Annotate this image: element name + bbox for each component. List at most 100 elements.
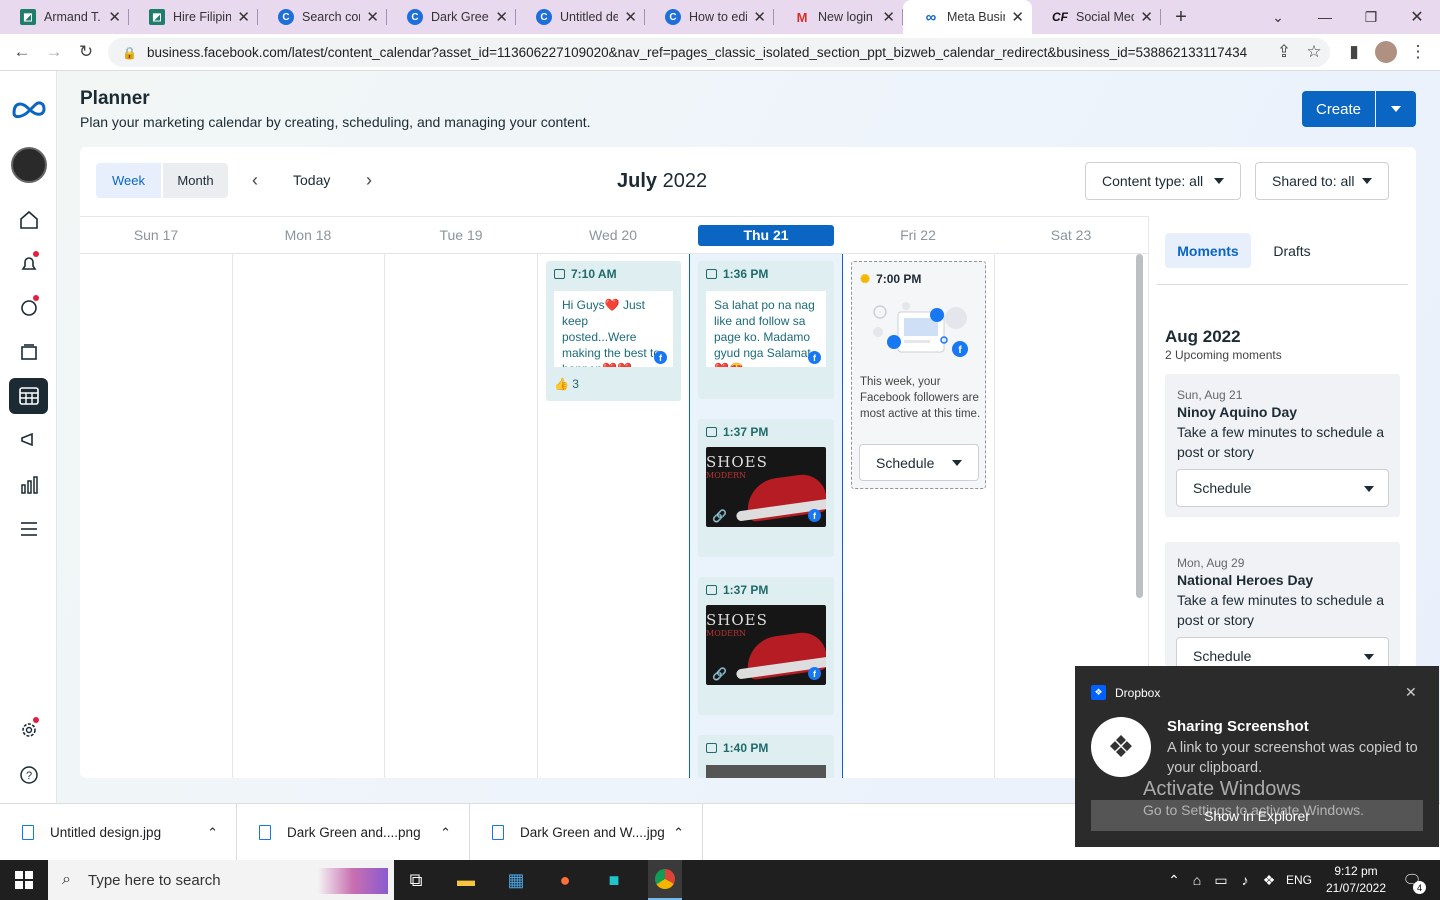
- close-icon[interactable]: ✕: [1011, 8, 1024, 26]
- url-field[interactable]: 🔒 business.facebook.com/latest/content_ca…: [108, 38, 1330, 67]
- next-week-icon[interactable]: ›: [359, 170, 379, 190]
- chevron-up-icon[interactable]: ⌃: [673, 825, 684, 841]
- close-icon[interactable]: ✕: [882, 8, 895, 26]
- create-button[interactable]: Create: [1302, 91, 1375, 127]
- browser-tab[interactable]: C How to edit ✕: [645, 0, 774, 34]
- close-icon[interactable]: ✕: [1140, 8, 1153, 26]
- facebook-icon: f: [808, 509, 821, 522]
- create-dropdown-button[interactable]: [1376, 91, 1416, 127]
- windows-start-icon[interactable]: [10, 866, 38, 894]
- tab-search-icon[interactable]: ⌄: [1255, 0, 1301, 34]
- meta-logo-icon[interactable]: [9, 91, 48, 127]
- schedule-dropdown[interactable]: Schedule: [1176, 637, 1389, 666]
- chevron-up-icon[interactable]: ⌃: [207, 825, 218, 841]
- task-view-icon[interactable]: ⧉: [402, 866, 430, 894]
- week-view-button[interactable]: Week: [96, 163, 161, 198]
- search-icon: ⌕: [62, 871, 71, 888]
- schedule-label: Schedule: [1193, 648, 1252, 664]
- ads-icon[interactable]: [9, 422, 48, 458]
- browser-tab[interactable]: ◩ Armand T. M ✕: [0, 0, 129, 34]
- month-view-button[interactable]: Month: [163, 163, 228, 198]
- dropbox-tray-icon[interactable]: ❖: [1255, 866, 1283, 894]
- download-item[interactable]: Untitled design.jpg ⌃: [0, 804, 237, 861]
- today-button[interactable]: Today: [293, 172, 330, 188]
- notifications-icon[interactable]: [9, 246, 48, 282]
- sidepanel-icon[interactable]: ▮: [1342, 40, 1366, 64]
- upcoming-count: 2 Upcoming moments: [1165, 348, 1282, 362]
- week-day-header: Sun 17 Mon 18 Tue 19 Wed 20 Thu 21 Fri 2…: [80, 216, 1148, 254]
- schedule-dropdown[interactable]: Schedule: [1176, 469, 1389, 507]
- reload-icon[interactable]: ↻: [74, 40, 98, 64]
- chevron-up-icon[interactable]: ⌃: [440, 825, 451, 841]
- insights-icon[interactable]: [9, 467, 48, 503]
- post-type-icon: [706, 427, 717, 437]
- tab-moments[interactable]: Moments: [1165, 233, 1251, 268]
- firefox-icon[interactable]: ●: [551, 866, 579, 894]
- download-item[interactable]: Dark Green and W....jpg ⌃: [470, 804, 703, 861]
- browser-tab[interactable]: ◩ Hire Filipino ✕: [129, 0, 258, 34]
- content-icon[interactable]: [9, 334, 48, 370]
- schedule-dropdown[interactable]: Schedule: [859, 444, 979, 481]
- all-tools-icon[interactable]: [9, 511, 48, 547]
- new-tab-button[interactable]: +: [1161, 0, 1201, 34]
- home-icon[interactable]: [9, 202, 48, 238]
- chrome-icon[interactable]: [648, 860, 682, 900]
- dropbox-notification[interactable]: ❖ Dropbox ✕ ❖ Sharing Screenshot A link …: [1075, 666, 1439, 847]
- shared-to-filter[interactable]: Shared to: all: [1255, 162, 1389, 200]
- close-icon[interactable]: ✕: [366, 8, 379, 26]
- moment-date: Sun, Aug 21: [1177, 388, 1243, 402]
- scheduled-post[interactable]: 1:40 PM: [698, 735, 834, 778]
- close-icon[interactable]: ✕: [495, 8, 508, 26]
- calendar-scrollbar[interactable]: [1136, 254, 1143, 598]
- star-icon[interactable]: ☆: [1302, 40, 1326, 64]
- taskbar-clock[interactable]: 9:12 pm 21/07/2022: [1322, 863, 1390, 897]
- day-header-tue: Tue 19: [439, 227, 483, 243]
- close-icon[interactable]: ✕: [624, 8, 637, 26]
- close-icon[interactable]: ✕: [108, 8, 121, 26]
- content-type-filter[interactable]: Content type: all: [1085, 162, 1241, 200]
- page-avatar[interactable]: [9, 147, 48, 183]
- browser-tab[interactable]: C Dark Green a ✕: [387, 0, 516, 34]
- file-explorer-icon[interactable]: ▬: [452, 866, 480, 894]
- settings-icon[interactable]: [9, 712, 48, 748]
- close-icon[interactable]: ✕: [237, 8, 250, 26]
- scheduled-post[interactable]: 1:37 PM SHOES MODERN 🔗 f: [698, 577, 834, 715]
- browser-tab[interactable]: CF Social Medic ✕: [1032, 0, 1161, 34]
- menu-icon[interactable]: ⋮: [1406, 40, 1430, 64]
- scheduled-post[interactable]: 1:36 PM Sa lahat po na nag like and foll…: [698, 261, 834, 399]
- forward-icon[interactable]: →: [42, 40, 66, 64]
- browser-tab-active[interactable]: ∞ Meta Busine ✕: [903, 0, 1032, 34]
- planner-icon[interactable]: [9, 378, 48, 414]
- action-center-icon[interactable]: 🗨 4: [1398, 866, 1426, 894]
- moments-month: Aug 2022: [1165, 327, 1241, 346]
- scheduled-post[interactable]: 7:10 AM Hi Guys❤️ Just keep posted...Wer…: [546, 261, 681, 401]
- app-icon[interactable]: ■: [600, 866, 628, 894]
- back-icon[interactable]: ←: [10, 40, 34, 64]
- column-divider: [537, 254, 538, 778]
- calculator-icon[interactable]: ▦: [502, 866, 530, 894]
- browser-tab[interactable]: M New login to ✕: [774, 0, 903, 34]
- browser-tab[interactable]: C Search conte ✕: [258, 0, 387, 34]
- previous-week-icon[interactable]: ‹: [245, 170, 265, 190]
- image-subtext: MODERN: [706, 629, 747, 638]
- tab-favicon: C: [665, 9, 681, 25]
- close-icon[interactable]: ✕: [1405, 684, 1417, 701]
- help-icon[interactable]: ?: [9, 757, 48, 793]
- share-icon[interactable]: ⇪: [1272, 40, 1296, 64]
- minimize-button[interactable]: —: [1302, 0, 1348, 34]
- inbox-icon[interactable]: [9, 290, 48, 326]
- best-time-suggestion[interactable]: ✺ 7:00 PM f This week, your Facebook foll…: [851, 261, 986, 489]
- schedule-label: Schedule: [876, 454, 935, 471]
- browser-tab[interactable]: C Untitled desi ✕: [516, 0, 645, 34]
- download-item[interactable]: Dark Green and....png ⌃: [237, 804, 470, 861]
- restore-button[interactable]: ❐: [1348, 0, 1394, 34]
- profile-avatar[interactable]: [1374, 40, 1398, 64]
- post-image: SHOES MODERN 🔗 f: [706, 605, 826, 685]
- tab-drafts[interactable]: Drafts: [1262, 233, 1322, 268]
- scheduled-post[interactable]: 1:37 PM SHOES MODERN 🔗 f: [698, 419, 834, 557]
- download-filename: Untitled design.jpg: [50, 825, 162, 840]
- close-icon[interactable]: ✕: [753, 8, 766, 26]
- close-window-button[interactable]: ✕: [1394, 0, 1440, 34]
- language-indicator[interactable]: ENG: [1286, 873, 1312, 887]
- taskbar-search-box[interactable]: ⌕ Type here to search: [48, 860, 394, 900]
